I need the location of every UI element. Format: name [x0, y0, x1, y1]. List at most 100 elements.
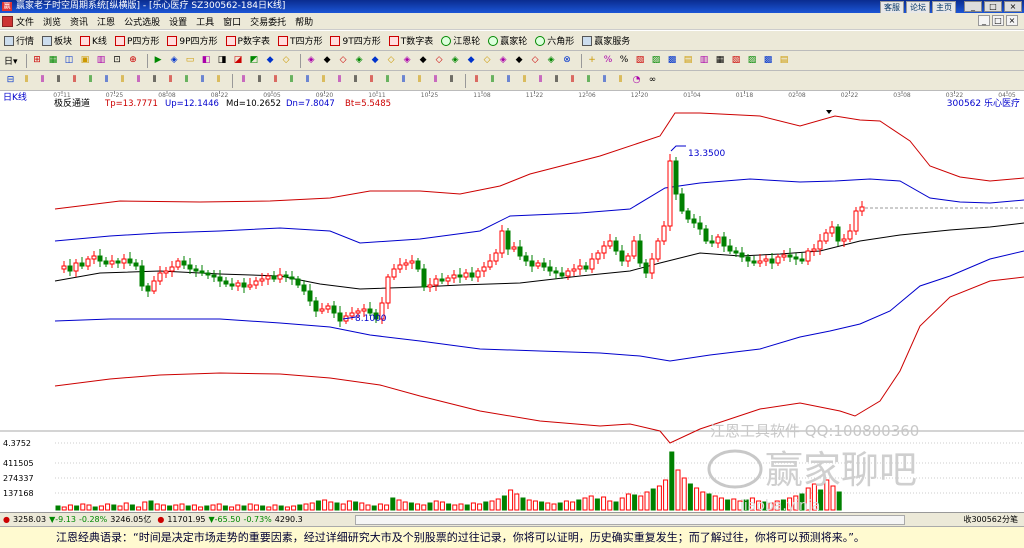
draw-tool-icon[interactable]: ◈: [449, 54, 462, 67]
menu-file[interactable]: 文件: [16, 15, 34, 28]
draw-tool-icon[interactable]: ◆: [369, 54, 382, 67]
draw-tool-icon[interactable]: ◈: [353, 54, 366, 67]
draw-tool-icon[interactable]: ◨: [216, 54, 229, 67]
draw-tool-icon[interactable]: ⊕: [127, 54, 140, 67]
analysis-tool-icon[interactable]: ⫴: [132, 74, 145, 87]
toolbar-item-5[interactable]: P数字表: [225, 34, 270, 47]
document-icon[interactable]: [2, 16, 13, 27]
analysis-tool-icon[interactable]: ⫴: [365, 74, 378, 87]
draw-tool-icon[interactable]: ◩: [248, 54, 261, 67]
kline-chart[interactable]: 日K线 极反通道 Tp=13.7771 Up=12.1446 Md=10.2652 Dn=…: [0, 91, 1024, 512]
draw-tool-icon[interactable]: ◪: [232, 54, 245, 67]
draw-tool-icon[interactable]: ▥: [698, 54, 711, 67]
toolbar-item-9[interactable]: 江恩轮: [441, 34, 480, 47]
analysis-tool-icon[interactable]: ⫴: [84, 74, 97, 87]
analysis-tool-icon[interactable]: ⫴: [550, 74, 563, 87]
draw-tool-icon[interactable]: ▤: [778, 54, 791, 67]
draw-tool-icon[interactable]: ◆: [465, 54, 478, 67]
chart-scrollbar[interactable]: [355, 515, 905, 525]
menu-browse[interactable]: 浏览: [43, 15, 61, 28]
draw-tool-icon[interactable]: ◇: [433, 54, 446, 67]
analysis-tool-icon[interactable]: ◔: [630, 74, 643, 87]
draw-tool-icon[interactable]: ◇: [280, 54, 293, 67]
toolbar-item-4[interactable]: 9P四方形: [167, 34, 218, 47]
analysis-tool-icon[interactable]: ⫴: [269, 74, 282, 87]
toolbar-item-3[interactable]: P四方形: [114, 34, 159, 47]
analysis-tool-icon[interactable]: ⫴: [381, 74, 394, 87]
draw-tool-icon[interactable]: ◈: [497, 54, 510, 67]
analysis-tool-icon[interactable]: ⫴: [502, 74, 515, 87]
draw-tool-icon[interactable]: ◇: [337, 54, 350, 67]
analysis-tool-icon[interactable]: ⫴: [68, 74, 81, 87]
draw-tool-icon[interactable]: %: [618, 54, 631, 67]
menu-news[interactable]: 资讯: [70, 15, 88, 28]
draw-tool-icon[interactable]: ▣: [79, 54, 92, 67]
draw-tool-icon[interactable]: ▶: [152, 54, 165, 67]
analysis-tool-icon[interactable]: ⫴: [429, 74, 442, 87]
child-minimize-button[interactable]: _: [978, 15, 990, 26]
analysis-tool-icon[interactable]: ⫴: [36, 74, 49, 87]
draw-tool-icon[interactable]: ◈: [168, 54, 181, 67]
analysis-tool-icon[interactable]: ⫴: [148, 74, 161, 87]
menu-help[interactable]: 帮助: [295, 15, 313, 28]
draw-tool-icon[interactable]: ⊡: [111, 54, 124, 67]
analysis-tool-icon[interactable]: ⫴: [486, 74, 499, 87]
draw-tool-icon[interactable]: ◆: [417, 54, 430, 67]
toolbar-item-7[interactable]: 9T四方形: [330, 34, 381, 47]
toolbar-item-2[interactable]: K线: [80, 34, 107, 47]
draw-tool-icon[interactable]: ▩: [666, 54, 679, 67]
analysis-tool-icon[interactable]: ⫴: [100, 74, 113, 87]
draw-tool-icon[interactable]: ◇: [529, 54, 542, 67]
draw-tool-icon[interactable]: ◆: [264, 54, 277, 67]
toolbar-item-6[interactable]: T四方形: [277, 34, 322, 47]
analysis-tool-icon[interactable]: ⫴: [333, 74, 346, 87]
draw-tool-icon[interactable]: ▨: [746, 54, 759, 67]
child-restore-button[interactable]: □: [992, 15, 1004, 26]
analysis-tool-icon[interactable]: ⫴: [253, 74, 266, 87]
analysis-tool-icon[interactable]: ⫴: [349, 74, 362, 87]
menu-formula-screen[interactable]: 公式选股: [124, 15, 160, 28]
close-button[interactable]: ×: [1004, 1, 1022, 12]
draw-tool-icon[interactable]: ▭: [184, 54, 197, 67]
toolbar-item-12[interactable]: 赢家服务: [582, 34, 630, 47]
analysis-tool-icon[interactable]: ⫴: [20, 74, 33, 87]
analysis-tool-icon[interactable]: ⫴: [470, 74, 483, 87]
analysis-tool-icon[interactable]: ⫴: [445, 74, 458, 87]
draw-tool-icon[interactable]: ◇: [385, 54, 398, 67]
analysis-tool-icon[interactable]: ⫴: [566, 74, 579, 87]
draw-tool-icon[interactable]: ▨: [650, 54, 663, 67]
analysis-tool-icon[interactable]: ⫴: [52, 74, 65, 87]
analysis-tool-icon[interactable]: ⫴: [301, 74, 314, 87]
analysis-tool-icon[interactable]: ∞: [646, 74, 659, 87]
draw-tool-icon[interactable]: ▩: [762, 54, 775, 67]
draw-tool-icon[interactable]: ▧: [634, 54, 647, 67]
period-selector[interactable]: 日▾: [4, 54, 18, 67]
menu-tools[interactable]: 工具: [196, 15, 214, 28]
analysis-tool-icon[interactable]: ⫴: [212, 74, 225, 87]
draw-tool-icon[interactable]: ◇: [481, 54, 494, 67]
child-close-button[interactable]: ×: [1006, 15, 1018, 26]
analysis-tool-icon[interactable]: ⫴: [614, 74, 627, 87]
analysis-tool-icon[interactable]: ⫴: [196, 74, 209, 87]
draw-tool-icon[interactable]: ▤: [682, 54, 695, 67]
menu-settings[interactable]: 设置: [169, 15, 187, 28]
analysis-tool-icon[interactable]: ⫴: [317, 74, 330, 87]
draw-tool-icon[interactable]: ◈: [305, 54, 318, 67]
chart-canvas[interactable]: 日K线极反通道 Tp=13.7771 Up=12.1446 Md=10.2652 Dn=…: [0, 91, 1024, 512]
analysis-tool-icon[interactable]: ⫴: [598, 74, 611, 87]
toolbar-item-0[interactable]: 行情: [4, 34, 34, 47]
draw-tool-icon[interactable]: ◈: [545, 54, 558, 67]
analysis-tool-icon[interactable]: ⫴: [518, 74, 531, 87]
analysis-tool-icon[interactable]: ⫴: [582, 74, 595, 87]
menu-window[interactable]: 窗口: [223, 15, 241, 28]
toolbar-item-11[interactable]: 六角形: [535, 34, 574, 47]
draw-tool-icon[interactable]: ◧: [200, 54, 213, 67]
toolbar-item-10[interactable]: 赢家轮: [488, 34, 527, 47]
draw-tool-icon[interactable]: ◆: [513, 54, 526, 67]
toolbar-item-8[interactable]: T数字表: [388, 34, 433, 47]
analysis-tool-icon[interactable]: ⫴: [397, 74, 410, 87]
analysis-tool-icon[interactable]: ⫴: [285, 74, 298, 87]
minimize-button[interactable]: _: [964, 1, 982, 12]
menu-trade[interactable]: 交易委托: [250, 15, 286, 28]
draw-tool-icon[interactable]: ⊗: [561, 54, 574, 67]
